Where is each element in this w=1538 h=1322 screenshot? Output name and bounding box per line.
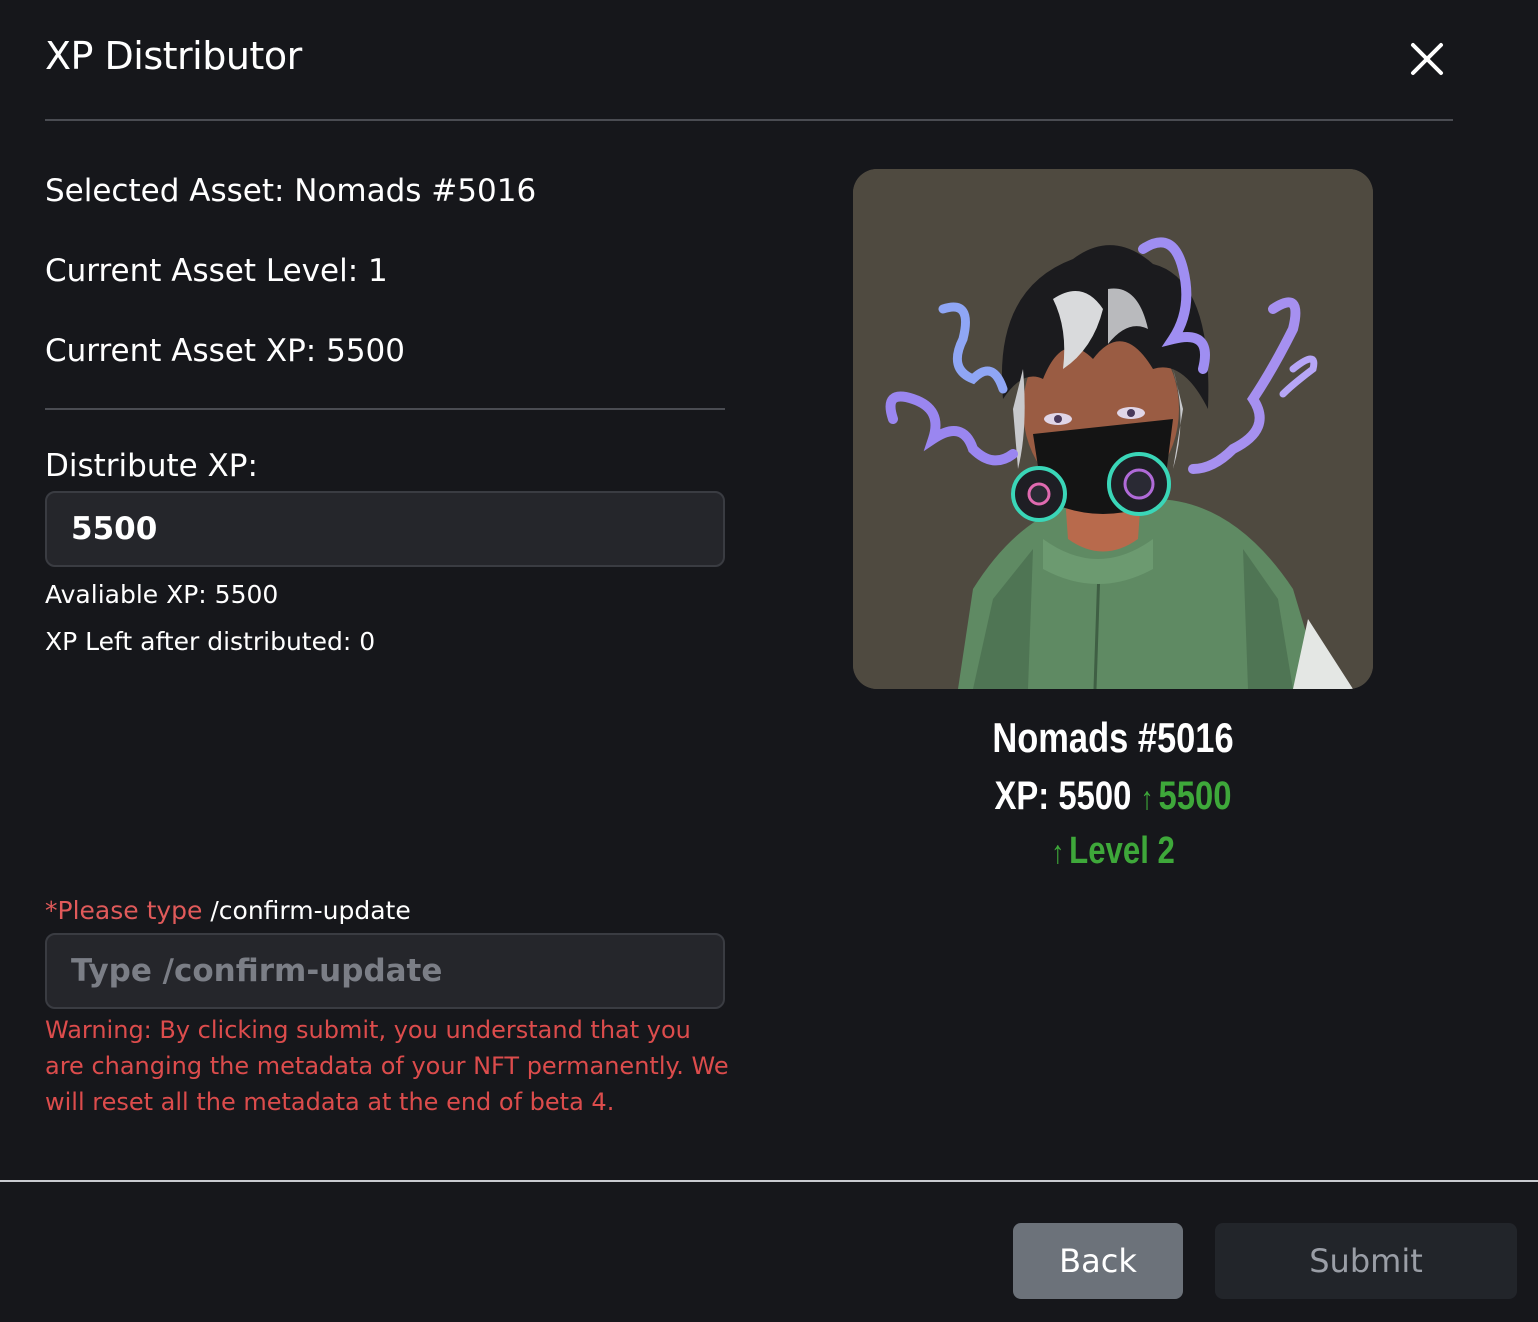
nft-avatar-image [853, 169, 1373, 689]
preview-xp-gain: 5500 [1158, 774, 1232, 818]
confirm-hint: *Please type /confirm-update [45, 896, 411, 925]
warning-text: Warning: By clicking submit, you underst… [45, 1016, 729, 1116]
confirm-hint-command: /confirm-update [210, 896, 411, 925]
distribute-xp-label: Distribute XP: [45, 448, 258, 484]
arrow-up-icon: ↑ [1140, 780, 1154, 816]
confirm-hint-prefix: *Please type [45, 896, 203, 925]
xp-distributor-modal: XP Distributor Selected Asset: Nomads #5… [0, 0, 1538, 1322]
arrow-up-icon: ↑ [1051, 834, 1065, 870]
confirm-update-input[interactable] [45, 933, 725, 1009]
header-divider [45, 119, 1453, 121]
current-level-text: Current Asset Level: 1 [45, 253, 388, 289]
preview-asset-name: Nomads #5016 [992, 714, 1234, 761]
footer-divider [0, 1180, 1538, 1182]
submit-button[interactable]: Submit [1215, 1223, 1517, 1299]
current-xp-text: Current Asset XP: 5500 [45, 333, 405, 369]
back-button[interactable]: Back [1013, 1223, 1183, 1299]
selected-asset-text: Selected Asset: Nomads #5016 [45, 173, 537, 209]
xp-left-text: XP Left after distributed: 0 [45, 627, 376, 656]
preview-xp-value: XP: 5500 [994, 774, 1132, 818]
distribute-xp-input[interactable] [45, 491, 725, 567]
preview-xp-line: XP: 5500 ↑ 5500 [900, 774, 1326, 819]
preview-level-up: ↑ Level 2 [900, 830, 1326, 873]
preview-level-text: Level 2 [1069, 830, 1175, 872]
close-icon[interactable] [1404, 36, 1450, 82]
info-divider [45, 408, 725, 410]
modal-title: XP Distributor [45, 34, 302, 78]
available-xp-text: Avaliable XP: 5500 [45, 580, 279, 609]
